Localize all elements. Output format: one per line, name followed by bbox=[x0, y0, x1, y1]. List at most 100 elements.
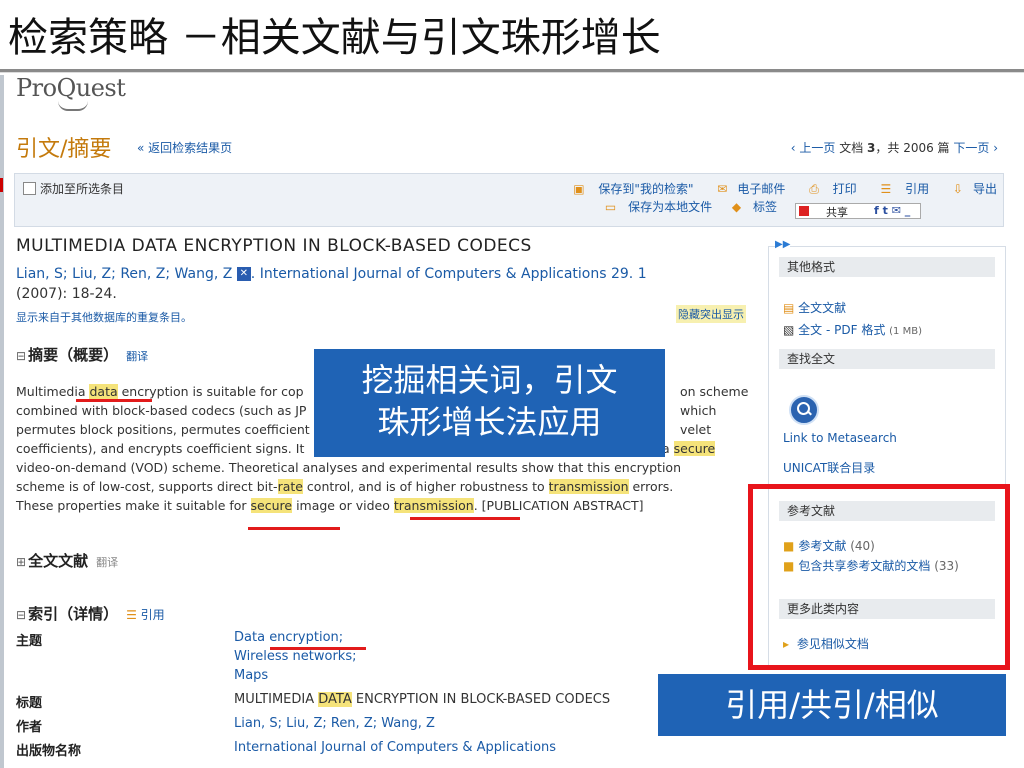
toolbar-actions-row2: ▭ 保存为本地文件 ◆ 标签 bbox=[589, 198, 777, 215]
sidebar-collapse-icon[interactable]: ▶▶ bbox=[775, 239, 791, 250]
abstract-text-run: velet bbox=[680, 422, 712, 437]
subject-term[interactable]: Data encryption; bbox=[234, 630, 343, 645]
tag-label: 标签 bbox=[752, 200, 777, 214]
export-label: 导出 bbox=[972, 182, 997, 196]
highlight-term: secure bbox=[250, 498, 293, 513]
index-section-header[interactable]: ⊟ 索引（详情） ☰ 引用 bbox=[16, 603, 165, 624]
highlight-term: transmission bbox=[393, 498, 474, 513]
abstract-text-run: control, and is of higher robustness to bbox=[302, 479, 549, 494]
fulltext-section-header[interactable]: ⊞ 全文文献 翻译 bbox=[16, 550, 118, 571]
author-value[interactable]: Lian, S; Liu, Z; Ren, Z; Wang, Z bbox=[234, 716, 435, 731]
title-value-text: MULTIMEDIA bbox=[234, 692, 319, 707]
highlight-term: rate bbox=[277, 479, 303, 494]
fulltext-link[interactable]: ▤ 全文文献 bbox=[783, 299, 846, 316]
subject-term-text: encryption; bbox=[269, 630, 344, 645]
pdf-link-label: 全文 - PDF 格式 bbox=[798, 323, 886, 337]
metasearch-icon[interactable] bbox=[789, 395, 819, 425]
expand-icon: ⊞ bbox=[16, 555, 27, 569]
highlight-term: DATA bbox=[318, 692, 352, 707]
year-pages: (2007): 18-24. bbox=[16, 286, 117, 302]
abstract-heading: 摘要（概要） bbox=[28, 346, 119, 364]
printer-icon: ⎙ bbox=[809, 182, 819, 196]
hide-highlight-link[interactable]: 隐藏突出显示 bbox=[676, 305, 746, 323]
collapse-icon: ⊟ bbox=[16, 349, 27, 363]
cite-label: 引用 bbox=[905, 182, 930, 196]
abstract-translate-link[interactable]: 翻译 bbox=[126, 350, 148, 363]
print-action[interactable]: ⎙ 打印 bbox=[799, 182, 856, 196]
subject-term[interactable]: Wireless networks; bbox=[234, 649, 356, 664]
email-action[interactable]: ✉ 电子邮件 bbox=[707, 182, 785, 196]
share-label: 共享 bbox=[826, 206, 848, 219]
addthis-icon bbox=[799, 206, 809, 216]
tag-icon: ◆ bbox=[731, 200, 742, 214]
document-icon: ☰ bbox=[880, 182, 892, 196]
next-page-link[interactable]: 下一页 › bbox=[953, 141, 998, 155]
action-toolbar: 添加至所选条目 ▣ 保存到"我的检索" ✉ 电子邮件 ⎙ 打印 ☰ 引用 ⇩ 导出 … bbox=[14, 173, 1004, 227]
journal-link[interactable]: . International Journal of Computers & A… bbox=[251, 266, 647, 282]
title-key: 标题 bbox=[16, 696, 43, 711]
author-profile-icon[interactable]: ✕ bbox=[236, 267, 251, 281]
email-label: 电子邮件 bbox=[737, 182, 786, 196]
pager: ‹ 上一页 文档 3，共 2006 篇 下一页 › bbox=[791, 139, 998, 156]
abstract-line: video-on-demand (VOD) scheme. Theoretica… bbox=[16, 458, 750, 477]
article-title: MULTIMEDIA DATA ENCRYPTION IN BLOCK-BASE… bbox=[16, 236, 532, 256]
other-formats-header: 其他格式 bbox=[779, 257, 995, 277]
save-local-action[interactable]: ▭ 保存为本地文件 bbox=[597, 200, 712, 214]
abstract-line: scheme is of low-cost, supports direct b… bbox=[16, 477, 750, 496]
index-heading: 索引（详情） bbox=[28, 605, 119, 623]
logo-swoosh bbox=[58, 101, 88, 111]
tag-action[interactable]: ◆ 标签 bbox=[724, 200, 777, 214]
save-search-action[interactable]: ▣ 保存到"我的检索" bbox=[563, 182, 693, 196]
pdf-icon: ▧ bbox=[783, 323, 795, 337]
abstract-text-run: combined with block-based codecs (such a… bbox=[16, 403, 307, 418]
left-edge-marker bbox=[0, 178, 3, 192]
publication-value[interactable]: International Journal of Computers & App… bbox=[234, 740, 556, 755]
unicat-link[interactable]: UNICAT联合目录 bbox=[783, 459, 875, 476]
callout-mining-related-terms: 挖掘相关词，引文 珠形增长法应用 bbox=[314, 349, 665, 457]
annotation-underline bbox=[410, 517, 520, 520]
fulltext-link-label: 全文文献 bbox=[798, 301, 847, 315]
export-action[interactable]: ⇩ 导出 bbox=[943, 182, 997, 196]
abstract-text-run: coefficients), and encrypts coefficient … bbox=[16, 441, 305, 456]
export-icon: ⇩ bbox=[952, 182, 963, 196]
abstract-text-run: image or video bbox=[292, 498, 394, 513]
save-icon: ▭ bbox=[604, 200, 617, 214]
authors-link[interactable]: Lian, S; Liu, Z; Ren, Z; Wang, Z bbox=[16, 266, 232, 282]
abstract-text-run: errors. bbox=[628, 479, 674, 494]
back-to-results-link[interactable]: « 返回检索结果页 bbox=[137, 139, 232, 156]
page-heading: 引文/摘要 bbox=[16, 137, 112, 162]
doc-prefix: 文档 bbox=[839, 141, 868, 155]
abstract-text-run: which bbox=[680, 403, 717, 418]
metasearch-link[interactable]: Link to Metasearch bbox=[783, 431, 897, 445]
duplicate-items-link[interactable]: 显示来自于其他数据库的重复条目。 bbox=[16, 309, 192, 325]
abstract-text-run: These properties make it suitable for bbox=[16, 498, 251, 513]
index-cite-label: 引用 bbox=[140, 608, 165, 622]
author-key: 作者 bbox=[16, 720, 43, 735]
folder-icon: ▣ bbox=[573, 182, 585, 196]
annotation-red-box bbox=[748, 484, 1010, 670]
abstract-text-run: on scheme bbox=[680, 384, 749, 399]
abstract-text-run: . [PUBLICATION ABSTRACT] bbox=[473, 498, 644, 513]
add-to-selected-checkbox[interactable] bbox=[23, 182, 36, 195]
abstract-line: These properties make it suitable for se… bbox=[16, 496, 750, 515]
save-local-label: 保存为本地文件 bbox=[628, 200, 713, 214]
abstract-text-run: Multimedi bbox=[16, 384, 78, 399]
fulltext-heading: 全文文献 bbox=[28, 552, 89, 570]
title-value-text: ENCRYPTION IN BLOCK-BASED CODECS bbox=[351, 692, 611, 707]
pdf-size: (1 MB) bbox=[889, 326, 922, 337]
share-button[interactable]: 共享 f t ✉ _ bbox=[795, 203, 921, 219]
subject-key: 主题 bbox=[16, 634, 43, 649]
fulltext-translate-link[interactable]: 翻译 bbox=[96, 556, 118, 569]
subject-term-text: Data bbox=[234, 630, 270, 645]
cite-action[interactable]: ☰ 引用 bbox=[870, 182, 929, 196]
subject-term[interactable]: Maps bbox=[234, 668, 268, 683]
lens-handle bbox=[807, 410, 812, 416]
social-icons: f t ✉ _ bbox=[874, 204, 911, 217]
highlight-term: data bbox=[89, 384, 118, 399]
index-cite-link[interactable]: ☰ 引用 bbox=[126, 608, 165, 622]
pdf-link[interactable]: ▧ 全文 - PDF 格式 (1 MB) bbox=[783, 321, 922, 338]
abstract-section-header[interactable]: ⊟ 摘要（概要） 翻译 bbox=[16, 344, 148, 365]
abstract-text-run: scheme is of low-cost, supports direct b… bbox=[16, 479, 278, 494]
toolbar-actions-row1: ▣ 保存到"我的检索" ✉ 电子邮件 ⎙ 打印 ☰ 引用 ⇩ 导出 bbox=[553, 180, 997, 197]
prev-page-link[interactable]: ‹ 上一页 bbox=[791, 141, 836, 155]
